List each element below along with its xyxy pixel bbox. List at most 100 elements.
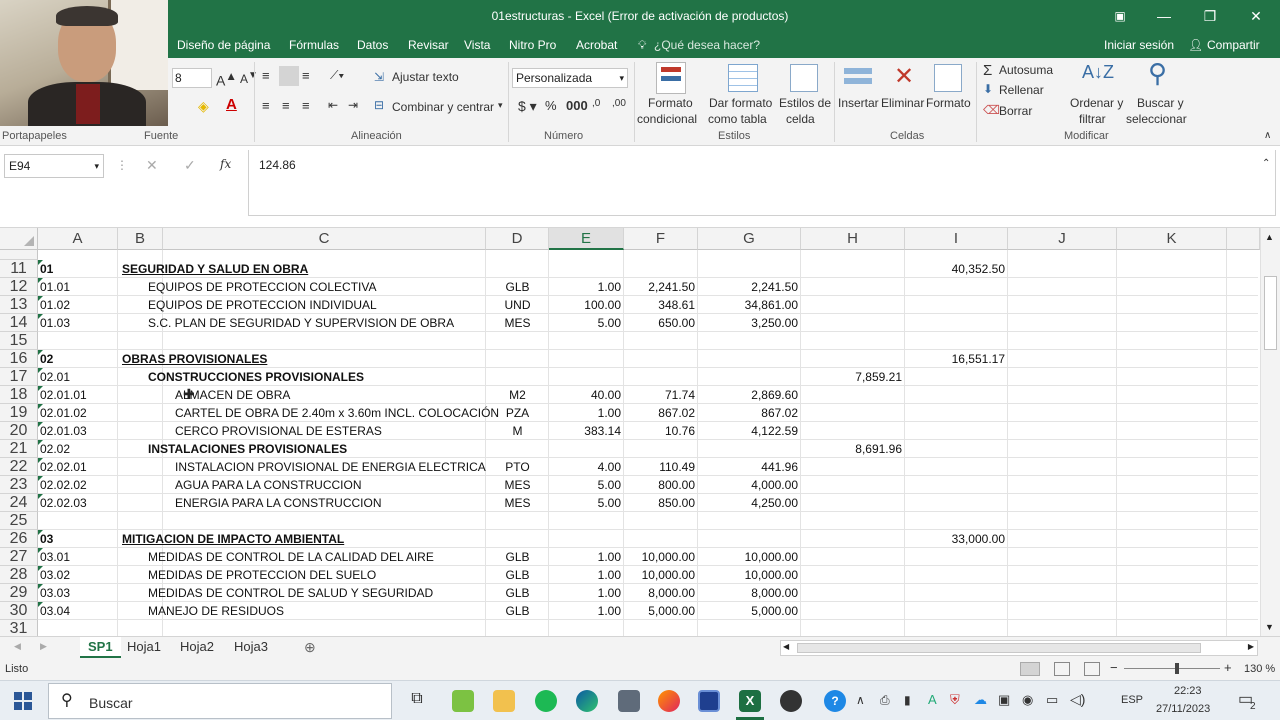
cell-partial[interactable] [698,260,798,278]
cell-unit[interactable]: GLB [486,584,549,602]
cell-unit[interactable] [486,332,549,350]
column-header-e[interactable]: E [549,228,624,250]
select-all-corner[interactable] [0,228,38,250]
cell-partial[interactable]: 8,000.00 [698,584,798,602]
merge-center-button[interactable]: Combinar y centrar [392,100,494,114]
cell-unit[interactable]: UND [486,296,549,314]
cell-unit-price[interactable]: 867.02 [624,404,695,422]
cell-subtotal[interactable] [801,512,902,530]
cell-partial[interactable] [698,512,798,530]
column-header-h[interactable]: H [801,228,905,250]
cell-item-code[interactable]: 03.03 [40,584,116,602]
cell-unit-price[interactable] [624,350,695,368]
cell-quantity[interactable]: 4.00 [549,458,621,476]
align-right-icon[interactable]: ≡ [302,98,310,113]
cell-partial[interactable]: 4,250.00 [698,494,798,512]
tray-expand-icon[interactable]: ∧ [856,693,865,707]
tab-prev-icon[interactable]: ◀ [14,641,21,652]
cell-partial[interactable] [698,530,798,548]
scroll-right-icon[interactable]: ▶ [1248,642,1254,651]
cell-subtotal[interactable] [801,350,902,368]
cell-quantity[interactable]: 1.00 [549,278,621,296]
tab-next-icon[interactable]: ▶ [40,641,47,652]
cell-subtotal[interactable] [801,530,902,548]
cell-item-code[interactable]: 02.01.03 [40,422,116,440]
restore-icon[interactable]: ❐ [1198,6,1222,26]
tab-formulas[interactable]: Fórmulas [289,38,339,52]
column-header-b[interactable]: B [118,228,163,250]
insert-function-icon[interactable]: fx [220,157,231,171]
cell-unit-price[interactable]: 850.00 [624,494,695,512]
share-button[interactable]: Compartir [1207,38,1260,52]
cell-item-code[interactable]: 03 [40,530,116,548]
cell-description[interactable] [148,350,468,368]
sheet-tab-sp1[interactable]: SP1 [80,637,121,658]
zoom-slider[interactable] [1124,668,1220,669]
cell-quantity[interactable] [549,260,621,278]
horizontal-scrollbar[interactable]: ◀ ▶ [780,640,1258,656]
tab-data[interactable]: Datos [357,38,388,52]
cell-partial[interactable]: 5,000.00 [698,602,798,620]
video-app-icon[interactable] [698,690,720,712]
cell-total[interactable] [905,296,1005,314]
align-middle-icon[interactable] [279,66,299,86]
currency-icon[interactable]: $ ▾ [518,98,537,115]
cell-description[interactable]: EQUIPOS DE PROTECCION INDIVIDUAL [148,296,468,314]
close-icon[interactable]: ✕ [1244,6,1268,26]
conditional-format-label-2[interactable]: condicional [637,112,697,126]
cell-partial[interactable]: 2,869.60 [698,386,798,404]
cell-subtotal[interactable]: 8,691.96 [801,440,902,458]
column-header-d[interactable]: D [486,228,549,250]
cell-partial[interactable]: 867.02 [698,404,798,422]
taskbar-time[interactable]: 22:23 [1174,685,1202,697]
tray-usb-icon[interactable]: ▮ [904,693,911,707]
cell-subtotal[interactable] [801,278,902,296]
find-select-label-2[interactable]: seleccionar [1126,112,1187,126]
cell-description[interactable] [148,530,468,548]
cell-unit[interactable] [486,512,549,530]
decrease-indent-icon[interactable]: ⇤ [328,98,338,112]
collapse-formula-icon[interactable]: ⌃ [1262,158,1270,169]
cell-item-code[interactable]: 03.02 [40,566,116,584]
cancel-icon[interactable]: ✕ [146,157,158,174]
cell-quantity[interactable]: 1.00 [549,404,621,422]
taskbar-date[interactable]: 27/11/2023 [1156,703,1210,715]
scroll-down-icon[interactable]: ▼ [1265,622,1274,632]
increase-decimal-icon[interactable]: ,0 [592,98,600,109]
cell-quantity[interactable] [549,350,621,368]
tray-icon-1[interactable]: ⎙ [880,693,890,708]
find-select-label-1[interactable]: Buscar y [1137,96,1184,110]
font-color-icon[interactable]: A [226,96,237,113]
cell-total[interactable] [905,386,1005,404]
cell-subtotal[interactable] [801,386,902,404]
cell-item-code[interactable] [40,512,116,530]
cell-unit-price[interactable] [624,440,695,458]
h-scroll-thumb[interactable] [797,643,1201,653]
cell-item-code[interactable]: 01.02 [40,296,116,314]
column-header-partial[interactable] [1227,228,1260,250]
column-header-g[interactable]: G [698,228,801,250]
cell-partial[interactable] [698,350,798,368]
cell-partial[interactable] [698,368,798,386]
cell-item-code[interactable] [40,332,116,350]
cell-unit[interactable]: M2 [486,386,549,404]
cell-quantity[interactable]: 40.00 [549,386,621,404]
cell-unit-price[interactable] [624,530,695,548]
cell-item-code[interactable]: 02.02.01 [40,458,116,476]
zoom-out-icon[interactable]: − [1110,660,1118,675]
align-bottom-icon[interactable]: ≡ [302,68,310,83]
column-header-k[interactable]: K [1117,228,1227,250]
cell-unit-price[interactable]: 2,241.50 [624,278,695,296]
cell-item-code[interactable]: 02.01 [40,368,116,386]
cell-item-code[interactable]: 01.01 [40,278,116,296]
taskbar-search[interactable]: ⚲ Buscar [48,683,392,719]
cell-description[interactable]: CONSTRUCCIONES PROVISIONALES [148,368,468,386]
cell-unit-price[interactable]: 650.00 [624,314,695,332]
cell-subtotal[interactable] [801,566,902,584]
cell-quantity[interactable]: 5.00 [549,494,621,512]
format-table-label-1[interactable]: Dar formato [709,96,772,110]
file-explorer-icon[interactable] [493,690,515,712]
cell-description[interactable]: MANEJO DE RESIDUOS [148,602,468,620]
clear-button[interactable]: Borrar [999,104,1032,118]
calculator-icon[interactable] [618,690,640,712]
